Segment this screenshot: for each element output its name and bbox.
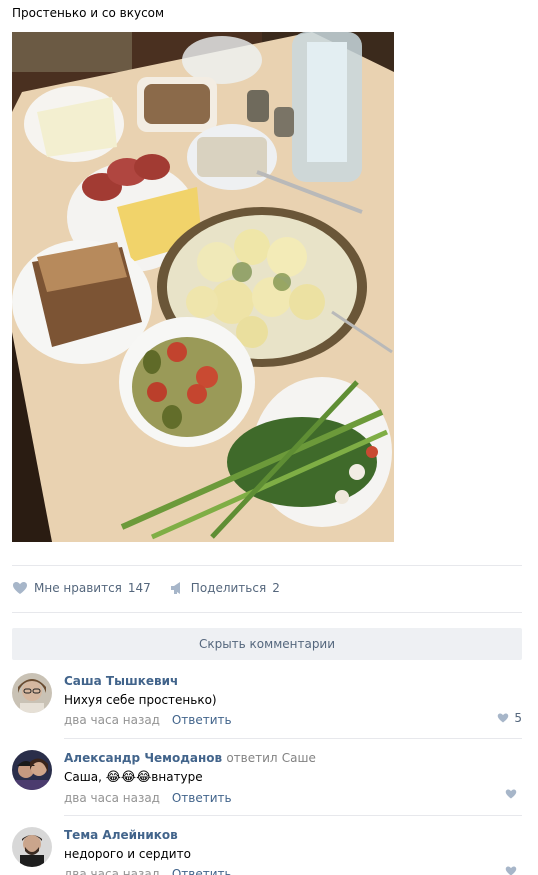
divider bbox=[12, 565, 522, 566]
comment-like-count: 5 bbox=[514, 711, 522, 725]
hide-comments-button[interactable]: Скрыть комментарии bbox=[12, 628, 522, 660]
comment-like-button[interactable]: 5 bbox=[497, 711, 522, 725]
reply-target[interactable]: Саше bbox=[282, 751, 316, 765]
avatar[interactable] bbox=[12, 750, 52, 790]
post-actions: Мне нравится 147 Поделиться 2 bbox=[12, 578, 298, 598]
reply-button[interactable]: Ответить bbox=[172, 713, 232, 727]
like-label: Мне нравится bbox=[34, 581, 122, 595]
reply-button[interactable]: Ответить bbox=[172, 867, 232, 875]
divider bbox=[64, 738, 522, 739]
comment-author[interactable]: Тема Алейников bbox=[64, 827, 522, 843]
comment-author-line: Александр Чемоданов ответил Саше bbox=[64, 750, 522, 766]
comment-time[interactable]: два часа назад bbox=[64, 867, 160, 875]
reply-button[interactable]: Ответить bbox=[172, 791, 232, 805]
post-photo[interactable] bbox=[12, 32, 394, 542]
heart-icon bbox=[505, 789, 517, 799]
comment-text-suffix: внатуре bbox=[151, 770, 203, 784]
comment-item: Саша Тышкевич Нихуя себе простенько) два… bbox=[12, 673, 522, 733]
comment-like-button[interactable] bbox=[505, 788, 522, 800]
divider bbox=[64, 815, 522, 816]
share-label: Поделиться bbox=[190, 581, 267, 595]
comment-meta: два часа назад Ответить bbox=[64, 865, 522, 875]
comment-meta: два часа назад Ответить bbox=[64, 789, 522, 807]
comment-meta: два часа назад Ответить bbox=[64, 711, 522, 729]
comment-item: Александр Чемоданов ответил Саше Саша, 😂… bbox=[12, 750, 522, 810]
share-button[interactable]: Поделиться 2 bbox=[169, 580, 280, 596]
food-photo-illustration bbox=[12, 32, 394, 542]
laughing-emoji: 😂😂😂 bbox=[105, 770, 152, 785]
avatar[interactable] bbox=[12, 673, 52, 713]
comment-text: недорого и сердито bbox=[64, 847, 191, 861]
avatar[interactable] bbox=[12, 827, 52, 867]
comment-text: Саша, 😂😂😂внатуре bbox=[64, 768, 522, 787]
comment-like-button[interactable] bbox=[505, 865, 522, 875]
megaphone-icon bbox=[169, 580, 185, 596]
comment-item: Тема Алейников недорого и сердито два ча… bbox=[12, 827, 522, 875]
heart-icon bbox=[498, 713, 509, 723]
heart-icon bbox=[505, 866, 517, 875]
comment-author[interactable]: Саша Тышкевич bbox=[64, 673, 522, 689]
divider bbox=[12, 612, 522, 613]
comment-text: Нихуя себе простенько) bbox=[64, 693, 217, 707]
comment-author[interactable]: Александр Чемоданов bbox=[64, 751, 222, 765]
post-text: Простенько и со вкусом bbox=[12, 6, 165, 20]
share-count: 2 bbox=[272, 581, 280, 595]
reply-prefix: ответил bbox=[226, 751, 278, 765]
comment-text-prefix: Саша, bbox=[64, 770, 102, 784]
like-button[interactable]: Мне нравится 147 bbox=[12, 580, 151, 596]
like-count: 147 bbox=[127, 581, 151, 595]
comment-time[interactable]: два часа назад bbox=[64, 713, 160, 727]
comment-time[interactable]: два часа назад bbox=[64, 791, 160, 805]
heart-icon bbox=[12, 580, 28, 596]
